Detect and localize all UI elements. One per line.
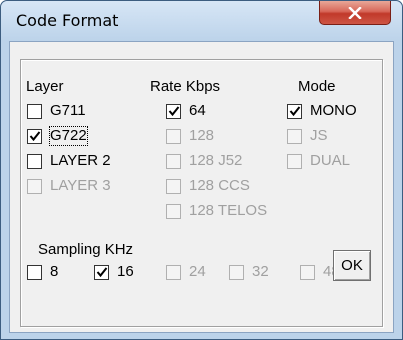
layer-2-checkbox[interactable]: LAYER 2: [27, 151, 111, 171]
checkbox-label: 24: [189, 263, 206, 280]
title-bar[interactable]: Code Format: [1, 1, 402, 41]
checkmark-icon: [168, 105, 180, 116]
checkbox-label: G711: [50, 102, 86, 119]
rate-128-j52-checkbox: 128 J52: [166, 151, 242, 171]
code-format-groupbox: Layer Rate Kbps Mode G711 G722 LAYER 2 L…: [20, 59, 383, 327]
checkbox-box[interactable]: [27, 128, 42, 144]
checkbox-label: 128 TELOS: [189, 202, 268, 219]
checkmark-icon: [29, 130, 41, 141]
checkbox-box[interactable]: [27, 103, 42, 119]
checkbox-box: [27, 178, 42, 194]
mode-js-checkbox: JS: [287, 126, 328, 146]
checkbox-label: G722: [49, 126, 88, 146]
layer-g711-checkbox[interactable]: G711: [27, 101, 86, 121]
layer-3-checkbox: LAYER 3: [27, 176, 111, 196]
checkbox-box[interactable]: [27, 153, 42, 169]
sampling-8-checkbox[interactable]: 8: [27, 262, 58, 282]
checkbox-label: 64: [189, 102, 206, 119]
code-format-dialog: Code Format Layer Rate Kbps Mode G711 G7…: [0, 0, 403, 340]
checkbox-label: JS: [310, 127, 328, 144]
checkbox-box[interactable]: [166, 103, 181, 119]
checkbox-label: LAYER 3: [50, 177, 111, 194]
checkbox-box: [166, 128, 181, 144]
sampling-32-checkbox: 32: [229, 262, 269, 282]
rate-64-checkbox[interactable]: 64: [166, 101, 206, 121]
checkbox-box[interactable]: [27, 264, 42, 280]
checkmark-icon: [96, 266, 108, 277]
checkbox-label: 128 CCS: [189, 177, 250, 194]
mode-header: Mode: [298, 78, 336, 95]
ok-button[interactable]: OK: [333, 250, 371, 281]
dialog-client-area: Layer Rate Kbps Mode G711 G722 LAYER 2 L…: [9, 41, 394, 333]
checkbox-label: 16: [117, 263, 134, 280]
rate-128-telos-checkbox: 128 TELOS: [166, 201, 267, 221]
checkmark-icon: [289, 105, 301, 116]
sampling-16-checkbox[interactable]: 16: [94, 262, 134, 282]
checkbox-box: [287, 153, 302, 169]
checkbox-box: [300, 264, 315, 280]
checkbox-label: LAYER 2: [50, 152, 111, 169]
checkbox-box: [166, 153, 181, 169]
checkbox-box: [229, 264, 244, 280]
checkbox-label: MONO: [310, 102, 357, 119]
checkbox-label: 128: [189, 127, 215, 144]
dialog-title: Code Format: [16, 11, 119, 30]
close-icon: [348, 6, 362, 19]
checkbox-box: [166, 203, 181, 219]
checkbox-label: DUAL: [310, 152, 351, 169]
rate-header: Rate Kbps: [150, 78, 221, 95]
checkbox-box: [287, 128, 302, 144]
sampling-24-checkbox: 24: [166, 262, 206, 282]
checkbox-box: [166, 264, 181, 280]
sampling-header: Sampling KHz: [38, 241, 134, 258]
checkbox-label: 8: [50, 263, 59, 280]
checkbox-box[interactable]: [287, 103, 302, 119]
mode-mono-checkbox[interactable]: MONO: [287, 101, 357, 121]
close-button[interactable]: [319, 1, 391, 25]
rate-128-checkbox: 128: [166, 126, 214, 146]
checkbox-label: 32: [252, 263, 269, 280]
layer-header: Layer: [26, 78, 64, 95]
checkbox-label: 128 J52: [189, 152, 243, 169]
rate-128-ccs-checkbox: 128 CCS: [166, 176, 250, 196]
checkbox-box: [166, 178, 181, 194]
mode-dual-checkbox: DUAL: [287, 151, 350, 171]
layer-g722-checkbox[interactable]: G722: [27, 126, 88, 146]
checkbox-box[interactable]: [94, 264, 109, 280]
